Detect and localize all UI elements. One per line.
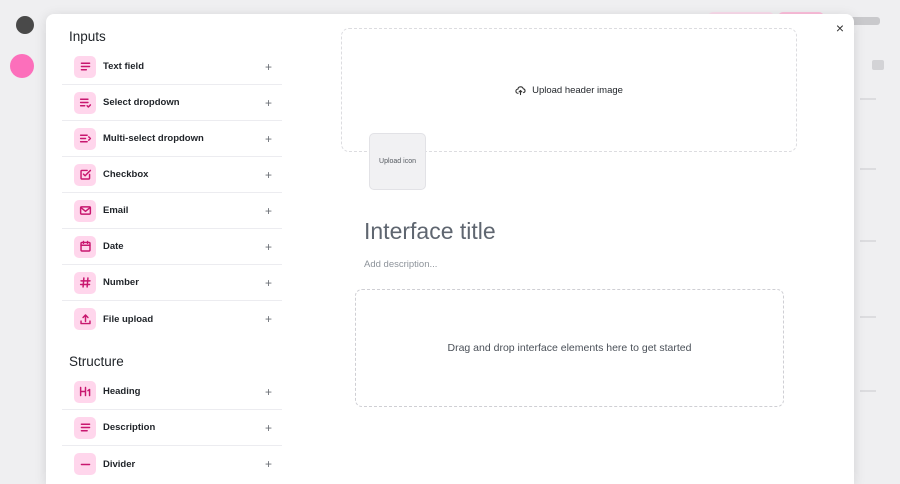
add-icon[interactable]: + (265, 205, 272, 217)
background-divider (860, 390, 876, 392)
background-divider (860, 168, 876, 170)
heading-icon (74, 380, 96, 403)
background-divider (860, 98, 876, 100)
interface-title[interactable]: Interface title (364, 218, 496, 245)
palette-item-description[interactable]: Description + (62, 410, 282, 446)
section-title-inputs: Inputs (69, 28, 106, 44)
upload-header-label: Upload header image (532, 84, 623, 96)
palette-item-label: Description (103, 422, 156, 433)
list-multi-icon (74, 127, 96, 150)
upload-icon (74, 308, 96, 330)
app-logo (16, 16, 34, 34)
mail-icon (74, 199, 96, 222)
add-icon[interactable]: + (265, 97, 272, 109)
palette-item-file-upload[interactable]: File upload + (62, 301, 282, 337)
divider-icon (74, 453, 96, 475)
palette-item-number[interactable]: Number + (62, 265, 282, 301)
palette-item-divider[interactable]: Divider + (62, 446, 282, 482)
add-icon[interactable]: + (265, 133, 272, 145)
list-check-icon (74, 91, 96, 114)
palette-item-label: Date (103, 241, 124, 252)
add-icon[interactable]: + (265, 422, 272, 434)
hash-icon (74, 271, 96, 294)
close-button[interactable]: × (834, 20, 846, 36)
interface-builder-modal: × Inputs Text field + Select dropdown + (46, 14, 854, 484)
palette-item-checkbox[interactable]: Checkbox + (62, 157, 282, 193)
palette-item-label: Divider (103, 458, 136, 470)
add-icon[interactable]: + (265, 241, 272, 253)
palette-item-date[interactable]: Date + (62, 229, 282, 265)
palette-item-email[interactable]: Email + (62, 193, 282, 229)
palette-item-heading[interactable]: Heading + (62, 374, 282, 410)
add-icon[interactable]: + (265, 277, 272, 289)
add-icon[interactable]: + (265, 313, 272, 325)
add-icon[interactable]: + (265, 169, 272, 181)
add-icon[interactable]: + (265, 458, 272, 470)
drop-zone[interactable]: Drag and drop interface elements here to… (355, 289, 784, 407)
calendar-icon (74, 235, 96, 258)
upload-icon-label: Upload icon (379, 158, 416, 165)
paragraph-icon (74, 416, 96, 439)
add-icon[interactable]: + (265, 61, 272, 73)
palette-item-multi-select-dropdown[interactable]: Multi-select dropdown + (62, 121, 282, 157)
palette-item-label: Heading (103, 386, 141, 397)
background-icon (872, 60, 884, 70)
palette-item-label: Select dropdown (103, 97, 180, 108)
cloud-upload-icon (515, 85, 526, 95)
checkbox-icon (74, 163, 96, 186)
background-divider (860, 240, 876, 242)
background-divider (860, 316, 876, 318)
palette-item-label: Text field (103, 61, 144, 72)
palette-item-text-field[interactable]: Text field + (62, 49, 282, 85)
upload-icon-button[interactable]: Upload icon (369, 133, 426, 190)
palette-item-label: Email (103, 205, 129, 216)
section-title-structure: Structure (69, 353, 124, 369)
user-avatar (10, 54, 34, 78)
element-palette: Inputs Text field + Select dropdown + Mu… (62, 26, 282, 484)
palette-item-select-dropdown[interactable]: Select dropdown + (62, 85, 282, 121)
inputs-list: Text field + Select dropdown + Multi-sel… (62, 49, 282, 337)
description-field[interactable]: Add description... (364, 259, 437, 270)
palette-item-label: File upload (103, 313, 154, 325)
text-lines-icon (74, 55, 96, 78)
palette-item-label: Multi-select dropdown (103, 133, 204, 144)
add-icon[interactable]: + (265, 386, 272, 398)
drop-zone-text: Drag and drop interface elements here to… (447, 342, 692, 354)
close-icon: × (835, 20, 845, 36)
palette-item-label: Checkbox (103, 169, 149, 180)
palette-item-label: Number (103, 277, 139, 288)
structure-list: Heading + Description + Divider + (62, 374, 282, 482)
